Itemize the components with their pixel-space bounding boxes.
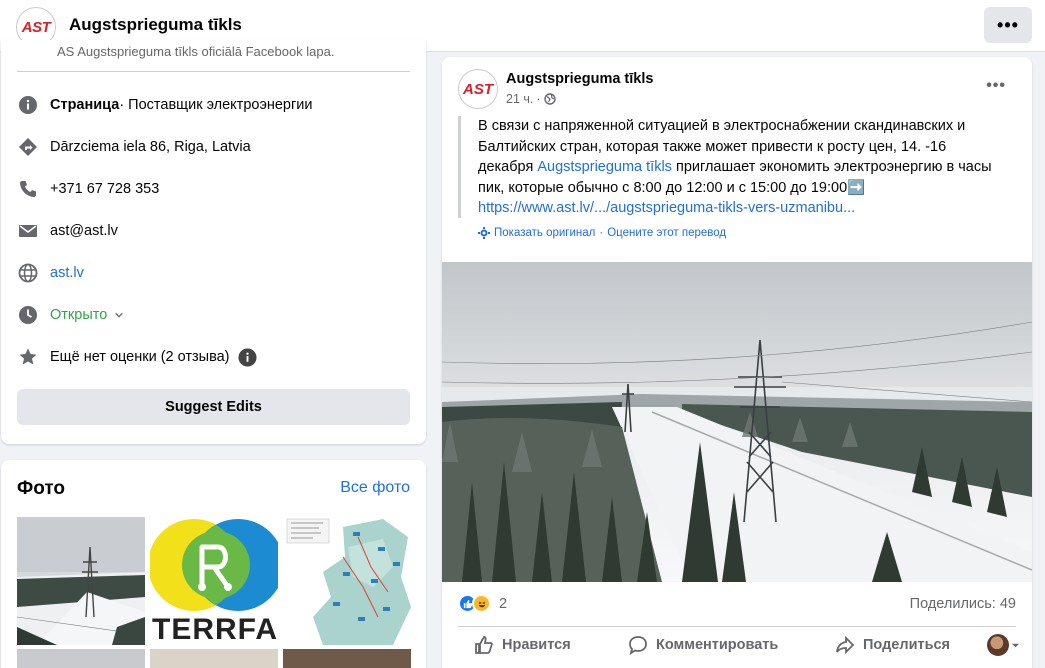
logo-text: AST (21, 18, 51, 36)
avatar (987, 634, 1009, 656)
post-text-line: Балтийских стран, которая также может пр… (478, 138, 947, 155)
terrfa-wordmark: TERRFA (152, 613, 278, 645)
post-text-line: пик, которые обычно с 8:00 до 12:00 и с … (478, 179, 866, 196)
info-row-rating: Ещё нет оценки (2 отзыва) (17, 345, 257, 369)
post-text-segment: приглашает экономить электроэнергию в ча… (671, 159, 992, 175)
envelope-icon (17, 220, 39, 242)
page-mention-link[interactable]: Augstsprieguma tīkls (537, 159, 672, 175)
post-text-line: В связи с напряженной ситуацией в электр… (478, 118, 966, 134)
star-icon (17, 346, 39, 368)
reaction-summary[interactable]: 2 (458, 594, 507, 613)
info-row-website: ast.lv (17, 261, 84, 285)
more-dots-icon: ••• (997, 14, 1019, 35)
category-value: · Поставщик электроэнергии (119, 97, 313, 113)
post-author-avatar[interactable]: AST (458, 69, 498, 109)
like-icon (475, 636, 493, 654)
clock-icon (17, 304, 39, 326)
intro-card: AS Augstsprieguma tīkls oficiālā Faceboo… (1, 40, 426, 444)
directions-icon (17, 136, 39, 158)
all-photos-link[interactable]: Все фото (340, 479, 410, 497)
share-button[interactable]: Поделиться (835, 635, 950, 655)
hours-status: Открыто (50, 307, 108, 323)
info-row-category: Страница · Поставщик электроэнергии (17, 93, 312, 117)
post-text-segment: декабря (478, 159, 538, 175)
post-card: AST Augstsprieguma tīkls 21 ч. · ••• В с… (442, 57, 1032, 668)
page-title[interactable]: Augstsprieguma tīkls (69, 15, 242, 35)
rating-text: Ещё нет оценки (2 отзыва) (50, 349, 230, 365)
phone-text[interactable]: +371 67 728 353 (50, 181, 159, 197)
post-as-selector[interactable] (987, 634, 1020, 656)
post-text: В связи с напряженной ситуацией в электр… (458, 116, 1013, 218)
share-label: Поделиться (863, 637, 951, 653)
photos-card: Фото Все фото TERRFA (1, 460, 426, 668)
photo-thumb-powerline[interactable] (17, 517, 145, 645)
intro-description: AS Augstsprieguma tīkls oficiālā Faceboo… (57, 44, 335, 59)
post-url-link[interactable]: https://www.ast.lv/.../augstsprieguma-ti… (478, 198, 1013, 219)
post-logo-text: AST (463, 80, 493, 98)
show-original-link[interactable]: Показать оригинал (494, 227, 595, 239)
shares-count[interactable]: Поделились: 49 (910, 596, 1016, 612)
comment-label: Комментировать (656, 637, 779, 653)
like-label: Нравится (502, 637, 571, 653)
photos-title: Фото (17, 478, 66, 499)
info-icon (17, 94, 39, 116)
dot-separator: · (536, 92, 541, 106)
reaction-count: 2 (499, 595, 508, 612)
photo-thumb-6[interactable] (283, 649, 411, 668)
phone-icon (17, 178, 39, 200)
intro-divider (17, 71, 410, 72)
caret-down-icon (1011, 641, 1020, 650)
post-author-name[interactable]: Augstsprieguma tīkls (506, 71, 653, 87)
rate-translation-link[interactable]: Оцените этот перевод (607, 227, 726, 239)
suggest-edits-button[interactable]: Suggest Edits (17, 389, 410, 425)
info-row-email: ast@ast.lv (17, 219, 118, 243)
haha-reaction-icon (472, 594, 491, 613)
post-divider (458, 626, 1016, 627)
post-options-button[interactable]: ••• (986, 77, 1006, 95)
translation-bar: Показать оригинал · Оцените этот перевод (478, 227, 726, 239)
public-globe-icon (543, 93, 556, 105)
photo-thumb-5[interactable] (150, 649, 278, 668)
rating-info-icon[interactable] (237, 347, 257, 367)
photo-thumb-4[interactable] (17, 649, 145, 668)
comment-icon (629, 636, 647, 655)
like-button[interactable]: Нравится (474, 635, 571, 655)
post-image[interactable] (442, 262, 1032, 582)
share-icon (836, 635, 855, 655)
info-row-address: Dārzciema iela 86, Riga, Latvia (17, 135, 251, 159)
translate-gear-icon (478, 227, 490, 239)
address-text: Dārzciema iela 86, Riga, Latvia (50, 139, 251, 155)
chevron-down-icon (114, 310, 124, 320)
email-text[interactable]: ast@ast.lv (50, 223, 118, 239)
dot-separator: · (599, 227, 604, 239)
photo-thumb-map[interactable] (283, 517, 411, 645)
category-label: Страница (50, 97, 120, 113)
website-link[interactable]: ast.lv (50, 265, 84, 281)
post-timestamp[interactable]: 21 ч. (506, 92, 533, 106)
globe-icon (17, 262, 39, 284)
info-row-hours[interactable]: Открыто (17, 303, 124, 327)
photo-thumb-terrfa[interactable]: TERRFA (150, 517, 278, 645)
more-options-button[interactable]: ••• (984, 7, 1032, 43)
post-text-line: декабря Augstsprieguma tīkls приглашает … (478, 157, 1013, 178)
comment-button[interactable]: Комментировать (628, 635, 778, 655)
info-row-phone: +371 67 728 353 (17, 177, 159, 201)
post-meta: 21 ч. · (506, 92, 556, 106)
